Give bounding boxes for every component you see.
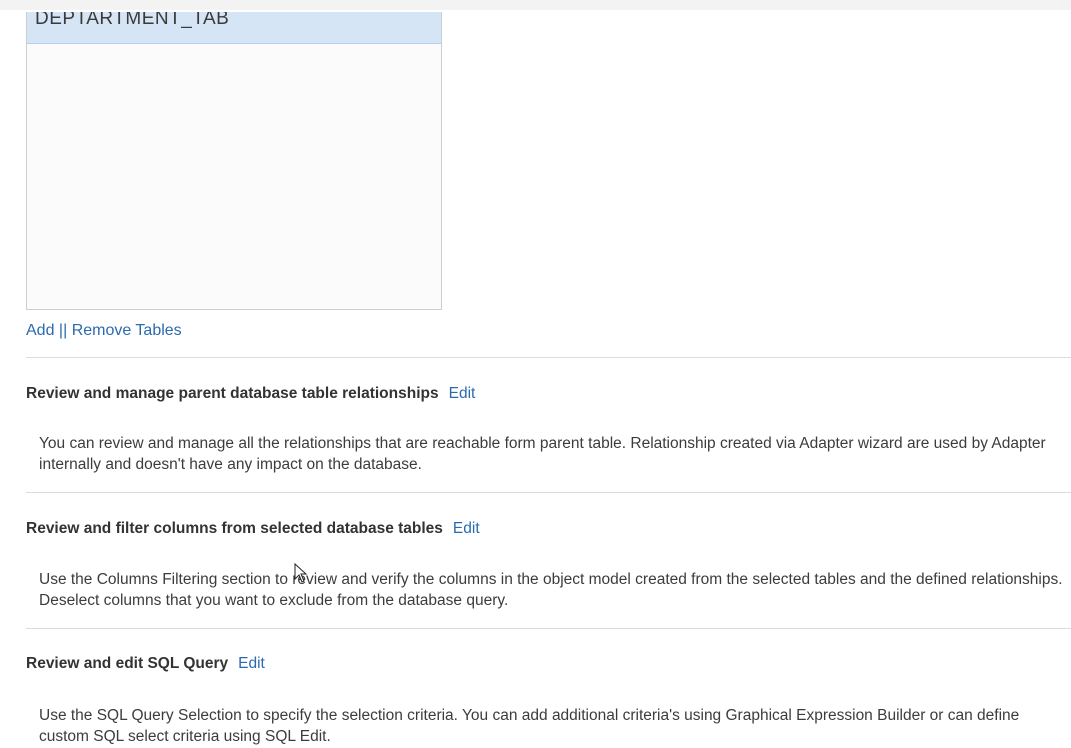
- section-divider: [26, 492, 1071, 493]
- adapter-review-page: DEPTARTMENT_TAB Add || Remove Tables Rev…: [0, 0, 1071, 748]
- table-name: DEPTARTMENT_TAB: [35, 12, 230, 29]
- top-strip: [0, 0, 1071, 10]
- actions-separator: ||: [58, 322, 68, 339]
- relationships-section-title: Review and manage parent database table …: [26, 385, 475, 403]
- table-actions: Add || Remove Tables: [26, 322, 182, 340]
- columns-section-title: Review and filter columns from selected …: [26, 520, 480, 538]
- remove-tables-link[interactable]: Remove Tables: [72, 322, 182, 339]
- relationships-title-text: Review and manage parent database table …: [26, 385, 439, 402]
- section-divider: [26, 628, 1071, 629]
- selected-tables-list[interactable]: DEPTARTMENT_TAB: [26, 12, 442, 310]
- sql-query-edit-link[interactable]: Edit: [238, 655, 265, 672]
- table-list-item[interactable]: DEPTARTMENT_TAB: [27, 12, 441, 44]
- columns-description: Use the Columns Filtering section to rev…: [39, 571, 1063, 609]
- section-divider: [26, 357, 1071, 358]
- relationships-edit-link[interactable]: Edit: [449, 385, 476, 402]
- add-tables-link[interactable]: Add: [26, 322, 54, 339]
- columns-title-text: Review and filter columns from selected …: [26, 520, 443, 537]
- sql-query-description: Use the SQL Query Selection to specify t…: [39, 707, 1020, 745]
- sql-query-title-text: Review and edit SQL Query: [26, 655, 229, 672]
- mouse-pointer-icon: [294, 563, 308, 583]
- sql-query-section-title: Review and edit SQL Query Edit: [26, 655, 265, 673]
- relationships-description: You can review and manage all the relati…: [39, 435, 1046, 473]
- columns-edit-link[interactable]: Edit: [453, 520, 480, 537]
